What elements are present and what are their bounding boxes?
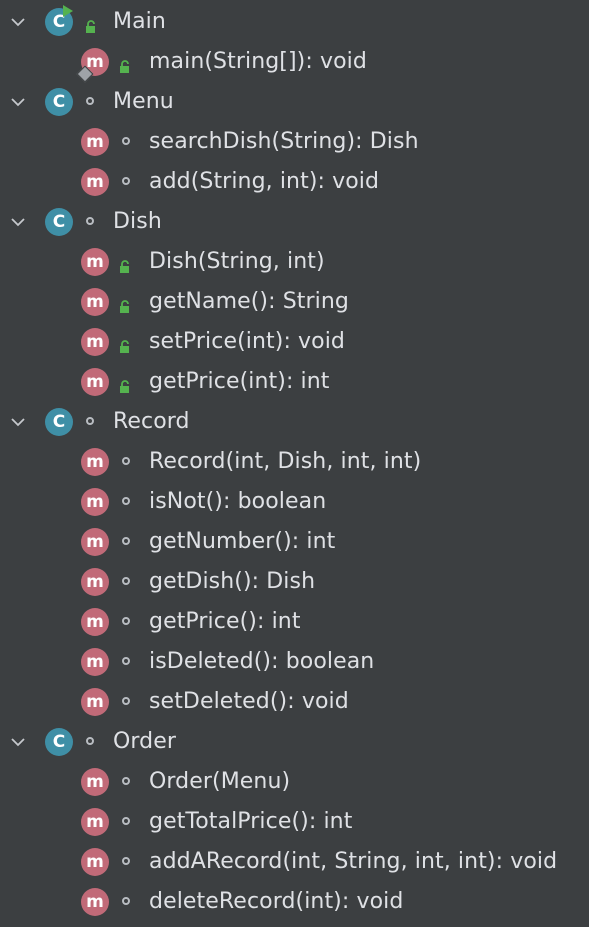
class-icon: C: [45, 208, 73, 236]
run-icon: [63, 5, 73, 17]
method-node[interactable]: m add(String, int): void: [0, 162, 589, 202]
class-node-dish[interactable]: C Dish: [0, 202, 589, 242]
class-node-main[interactable]: C Main: [0, 2, 589, 42]
method-node[interactable]: m getPrice(): int: [0, 602, 589, 642]
method-node[interactable]: m main(String[]): void: [0, 42, 589, 83]
class-name-label: Menu: [113, 89, 174, 114]
package-private-icon: [122, 897, 130, 905]
package-private-icon: [122, 577, 130, 585]
method-icon: m: [81, 648, 109, 676]
class-node-order[interactable]: C Order: [0, 722, 589, 762]
method-signature-label: Order(Menu): [149, 769, 291, 794]
class-icon: C: [45, 728, 73, 756]
method-icon: m: [81, 568, 109, 596]
method-icon: m: [81, 368, 109, 396]
package-private-icon: [122, 617, 130, 625]
method-icon: m: [81, 528, 109, 556]
package-private-icon: [122, 537, 130, 545]
chevron-down-icon[interactable]: [8, 212, 28, 232]
method-icon: m: [81, 328, 109, 356]
chevron-down-icon[interactable]: [8, 412, 28, 432]
method-icon: m: [81, 808, 109, 836]
package-private-icon: [122, 657, 130, 665]
chevron-down-icon[interactable]: [8, 92, 28, 112]
method-signature-label: addARecord(int, String, int, int): void: [149, 849, 558, 874]
method-node[interactable]: m isNot(): boolean: [0, 482, 589, 522]
structure-tree: C Main m main(String[]): void C Menu m searchDi…: [0, 0, 589, 927]
method-signature-label: getPrice(int): int: [149, 369, 330, 394]
method-node[interactable]: m Record(int, Dish, int, int): [0, 442, 589, 482]
package-private-icon: [122, 177, 130, 185]
lock-open-icon: [118, 295, 132, 313]
lock-open-icon: [118, 255, 132, 273]
package-private-icon: [86, 417, 94, 425]
class-name-label: Order: [113, 729, 177, 754]
package-private-icon: [122, 817, 130, 825]
method-icon: m: [81, 848, 109, 876]
method-signature-label: setDeleted(): void: [149, 689, 349, 714]
method-node[interactable]: m deleteRecord(int): void: [0, 882, 589, 922]
lock-open-icon: [118, 375, 132, 393]
method-icon: m: [81, 288, 109, 316]
lock-open-icon: [118, 55, 132, 73]
class-node-menu[interactable]: C Menu: [0, 82, 589, 122]
method-signature-label: Dish(String, int): [149, 249, 325, 274]
chevron-down-icon[interactable]: [8, 732, 28, 752]
lock-open-icon: [84, 15, 98, 33]
method-icon: m: [81, 768, 109, 796]
class-node-record[interactable]: C Record: [0, 402, 589, 442]
class-icon: C: [45, 88, 73, 116]
method-signature-label: setPrice(int): void: [149, 329, 346, 354]
lock-open-icon: [118, 335, 132, 353]
method-signature-label: main(String[]): void: [149, 49, 367, 74]
method-node[interactable]: m setPrice(int): void: [0, 322, 589, 362]
method-node[interactable]: m getNumber(): int: [0, 522, 589, 562]
method-icon: m: [81, 688, 109, 716]
method-signature-label: add(String, int): void: [149, 169, 380, 194]
package-private-icon: [122, 857, 130, 865]
method-node[interactable]: m addARecord(int, String, int, int): void: [0, 842, 589, 882]
method-signature-label: getDish(): Dish: [149, 569, 316, 594]
method-signature-label: getTotalPrice(): int: [149, 809, 353, 834]
chevron-down-icon[interactable]: [8, 12, 28, 32]
method-signature-label: getPrice(): int: [149, 609, 301, 634]
package-private-icon: [86, 737, 94, 745]
package-private-icon: [122, 137, 130, 145]
method-node[interactable]: m isDeleted(): boolean: [0, 642, 589, 682]
method-node[interactable]: m Dish(String, int): [0, 242, 589, 282]
package-private-icon: [122, 497, 130, 505]
method-signature-label: Record(int, Dish, int, int): [149, 449, 422, 474]
class-name-label: Dish: [113, 209, 162, 234]
method-icon: m: [81, 608, 109, 636]
method-icon: m: [81, 128, 109, 156]
class-name-label: Main: [113, 9, 166, 34]
class-icon: C: [45, 408, 73, 436]
package-private-icon: [122, 777, 130, 785]
method-node[interactable]: m Order(Menu): [0, 762, 589, 802]
method-node[interactable]: m setDeleted(): void: [0, 682, 589, 722]
package-private-icon: [122, 457, 130, 465]
method-signature-label: isDeleted(): boolean: [149, 649, 375, 674]
package-private-icon: [86, 97, 94, 105]
method-signature-label: deleteRecord(int): void: [149, 889, 404, 914]
method-icon: m: [81, 888, 109, 916]
method-node[interactable]: m getTotalPrice(): int: [0, 802, 589, 842]
method-node[interactable]: m searchDish(String): Dish: [0, 122, 589, 162]
method-icon: m: [81, 488, 109, 516]
method-node[interactable]: m getName(): String: [0, 282, 589, 322]
method-icon: m: [81, 448, 109, 476]
method-signature-label: searchDish(String): Dish: [149, 129, 419, 154]
method-node[interactable]: m getDish(): Dish: [0, 562, 589, 602]
package-private-icon: [86, 217, 94, 225]
method-signature-label: isNot(): boolean: [149, 489, 327, 514]
method-signature-label: getNumber(): int: [149, 529, 336, 554]
method-node[interactable]: m getPrice(int): int: [0, 362, 589, 402]
method-icon: m: [81, 248, 109, 276]
class-name-label: Record: [113, 409, 190, 434]
method-icon: m: [81, 168, 109, 196]
method-signature-label: getName(): String: [149, 289, 349, 314]
package-private-icon: [122, 697, 130, 705]
